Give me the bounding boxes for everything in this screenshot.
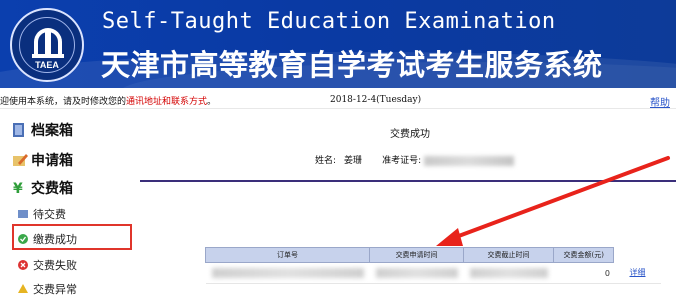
logo-base <box>32 54 64 58</box>
highlight-box <box>12 224 132 250</box>
page-title: 交费成功 <box>390 129 430 140</box>
notice-suffix: 。 <box>207 97 217 107</box>
arrow-head <box>436 228 463 246</box>
column-header: 交费截止时间 <box>463 247 555 263</box>
amount-cell: 0 <box>553 262 614 284</box>
table-header-row: 订单号 交费申请时间 交费截止时间 交费金额(元) <box>204 247 661 263</box>
site-title-cn: 天津市高等教育自学考试考生服务系统 <box>101 48 603 82</box>
sidebar-item-pending[interactable]: 待交费 <box>18 206 66 222</box>
table-row: 0 详细 <box>205 262 661 284</box>
column-header: 交费申请时间 <box>369 247 465 263</box>
site-title-en: Self-Taught Education Examination <box>102 9 556 34</box>
help-link[interactable]: 帮助 <box>650 94 670 109</box>
column-header: 订单号 <box>204 247 371 263</box>
svg-text:¥: ¥ <box>13 181 23 196</box>
sidebar-section-payment[interactable]: ¥ 交费箱 <box>12 176 73 200</box>
order-number-redacted <box>205 262 370 284</box>
folder-icon <box>12 122 26 138</box>
error-icon <box>18 260 28 270</box>
id-value-redacted <box>423 155 514 166</box>
logo-abbr: TAEA <box>35 60 59 70</box>
pencil-icon <box>12 152 28 168</box>
taea-logo: TAEA <box>10 8 84 82</box>
id-label: 准考证号: <box>382 156 422 166</box>
content-divider <box>140 180 676 182</box>
column-header: 交费金额(元) <box>553 247 615 263</box>
notice-text: 迎使用本系统，请及时修改您的 <box>0 97 127 107</box>
arrow-shaft <box>446 156 670 242</box>
sidebar-section-label: 档案箱 <box>31 123 73 139</box>
notice-bar: 迎使用本系统，请及时修改您的通讯地址和联系方式。 2018-12-4(Tuesd… <box>0 94 676 109</box>
header-banner: TAEA Self-Taught Education Examination 天… <box>0 0 676 88</box>
examinee-info: 姓名: 姜珊 准考证号: <box>315 153 514 166</box>
sidebar-section-label: 申请箱 <box>31 153 73 169</box>
logo-bar <box>45 32 51 54</box>
notice-highlight: 通讯地址和联系方式 <box>126 97 208 107</box>
warning-icon <box>18 284 28 294</box>
sidebar-item-failed[interactable]: 交费失败 <box>18 257 77 273</box>
name-value: 姜珊 <box>344 156 363 166</box>
current-date: 2018-12-4(Tuesday) <box>330 95 422 105</box>
yen-icon: ¥ <box>12 180 26 197</box>
name-label: 姓名: <box>315 156 337 166</box>
sidebar-item-label: 交费失败 <box>33 259 77 272</box>
apply-time-redacted <box>369 262 464 284</box>
pending-icon <box>18 209 28 219</box>
sidebar-item-label: 待交费 <box>33 208 66 221</box>
sidebar-section-label: 交费箱 <box>31 181 73 197</box>
column-header <box>613 247 661 263</box>
payment-table: 订单号 交费申请时间 交费截止时间 交费金额(元) 0 详细 <box>204 247 661 284</box>
sidebar-section-apply[interactable]: 申请箱 <box>12 148 73 172</box>
detail-link[interactable]: 详细 <box>613 262 661 284</box>
deadline-redacted <box>463 262 554 284</box>
sidebar-section-archive[interactable]: 档案箱 <box>12 118 73 142</box>
